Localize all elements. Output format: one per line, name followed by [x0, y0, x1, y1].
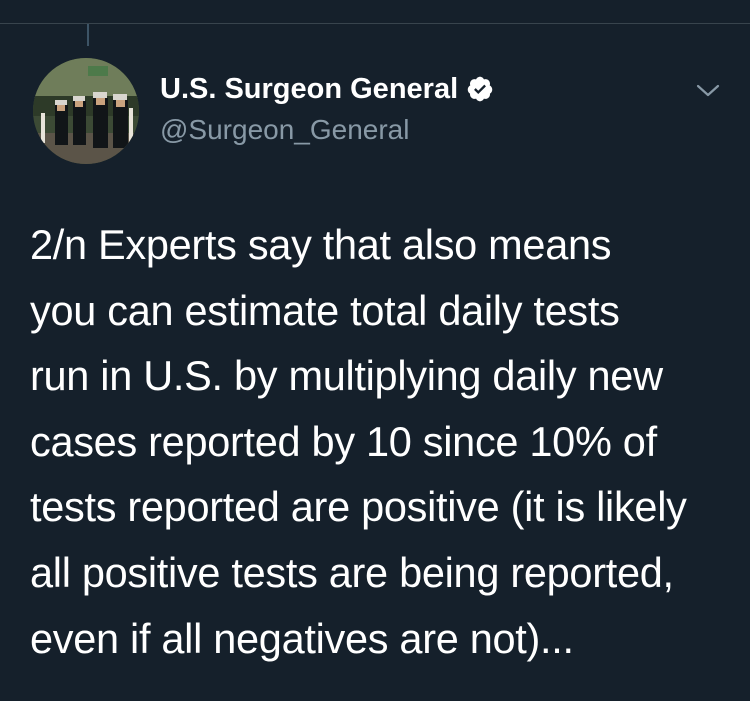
tweet-text-line: cases reported by 10 since 10% of	[30, 417, 657, 465]
name-row: U.S. Surgeon General	[160, 70, 494, 108]
tweet-text: 2/n Experts say that also means you can …	[30, 212, 730, 671]
tweet-author[interactable]: U.S. Surgeon General @Surgeon_General	[160, 70, 494, 148]
tweet-text-line: run in U.S. by multiplying daily new	[30, 352, 663, 400]
tweet-text-line: 2/n Experts say that also means	[30, 221, 612, 268]
avatar-photo	[33, 58, 139, 164]
tweet-text-line: even if all negatives are not)...	[30, 614, 574, 662]
tweet-text-line: all positive tests are being reported,	[30, 548, 674, 596]
avatar[interactable]	[33, 58, 139, 164]
thread-connector-line	[87, 24, 89, 46]
top-divider	[0, 23, 750, 24]
chevron-down-icon	[696, 84, 720, 97]
verified-badge-icon	[467, 76, 493, 102]
tweet-menu-button[interactable]	[690, 78, 726, 104]
tweet-text-line: tests reported are positive (it is likel…	[30, 483, 687, 531]
tweet-text-line: you can estimate total daily tests	[30, 286, 620, 334]
author-handle[interactable]: @Surgeon_General	[160, 112, 494, 148]
author-display-name[interactable]: U.S. Surgeon General	[160, 70, 458, 108]
